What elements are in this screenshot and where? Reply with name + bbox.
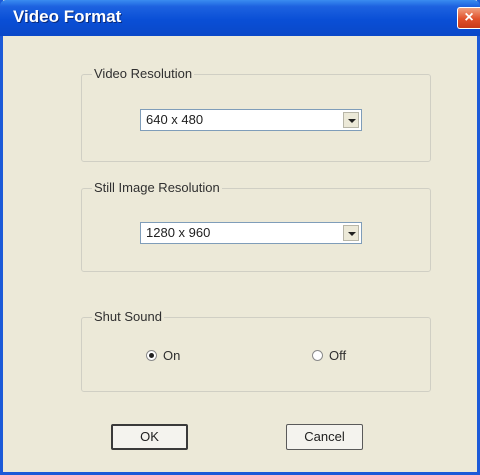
ok-button[interactable]: OK (111, 424, 188, 450)
chevron-down-icon[interactable] (343, 112, 359, 128)
still-image-resolution-group: Still Image Resolution 1280 x 960 (81, 180, 431, 272)
video-resolution-select[interactable]: 640 x 480 (140, 109, 362, 131)
shut-sound-on-label: On (163, 348, 181, 363)
radio-unselected-icon[interactable] (312, 350, 323, 361)
video-format-dialog: Video Format × Video Resolution 640 x 48… (0, 0, 480, 475)
video-resolution-group: Video Resolution 640 x 480 (81, 66, 431, 162)
shut-sound-off-radio[interactable]: Off (312, 348, 346, 363)
video-resolution-value: 640 x 480 (146, 112, 204, 127)
chevron-down-icon[interactable] (343, 225, 359, 241)
shut-sound-on-radio[interactable]: On (146, 348, 180, 363)
close-button[interactable]: × (457, 7, 480, 29)
window-title: Video Format (13, 7, 122, 26)
radio-selected-icon[interactable] (146, 350, 157, 361)
still-image-resolution-label: Still Image Resolution (92, 180, 222, 196)
title-bar[interactable]: Video Format × (0, 0, 480, 36)
shut-sound-off-label: Off (329, 348, 347, 363)
close-icon: × (464, 9, 474, 26)
video-resolution-label: Video Resolution (92, 66, 195, 82)
shut-sound-label: Shut Sound (92, 309, 164, 325)
still-image-resolution-value: 1280 x 960 (146, 225, 211, 240)
still-image-resolution-select[interactable]: 1280 x 960 (140, 222, 362, 244)
shut-sound-group: Shut Sound On Off (81, 309, 431, 392)
cancel-button[interactable]: Cancel (286, 424, 363, 450)
